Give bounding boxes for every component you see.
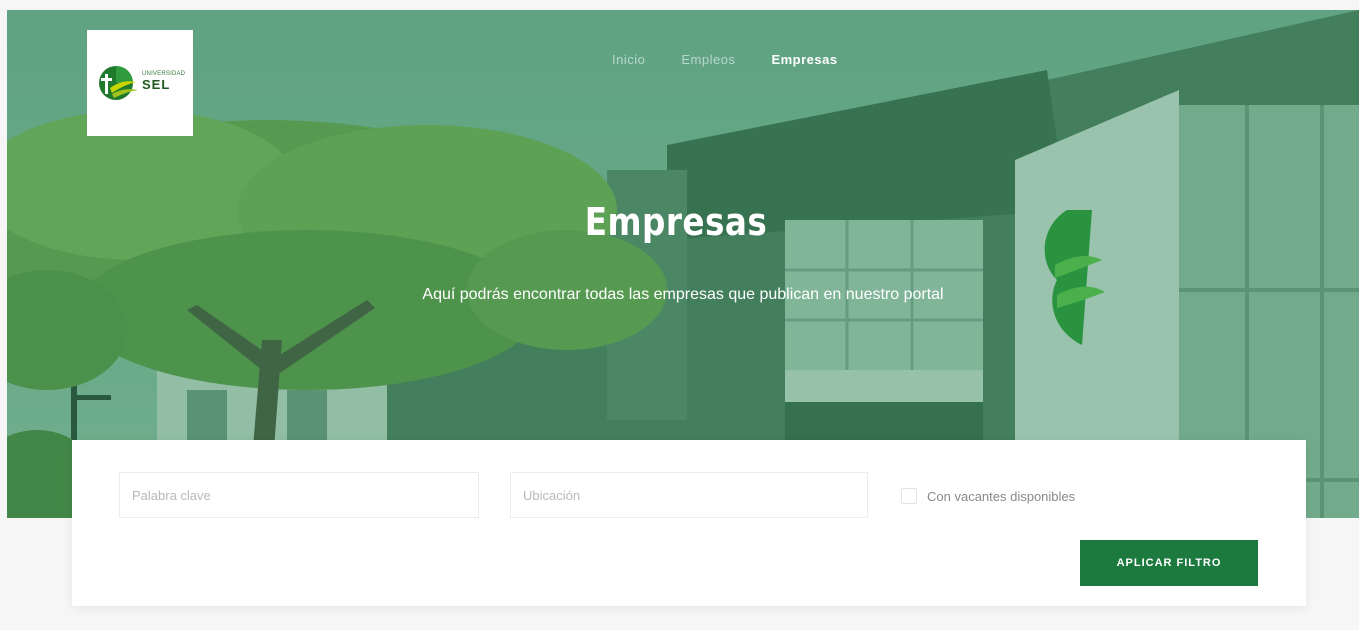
vacancies-filter[interactable]: Con vacantes disponibles [901, 488, 1075, 504]
location-input[interactable] [510, 472, 868, 518]
page-subtitle: Aquí podrás encontrar todas las empresas… [422, 286, 944, 303]
site-logo[interactable]: UNIVERSIDAD SEL [87, 30, 193, 136]
nav-item-empleos[interactable]: Empleos [681, 52, 735, 67]
nav-item-inicio[interactable]: Inicio [612, 52, 645, 67]
logo-mark-icon [99, 66, 138, 100]
filter-panel: Con vacantes disponibles APLICAR FILTRO [72, 440, 1306, 606]
apply-filter-button[interactable]: APLICAR FILTRO [1080, 540, 1258, 586]
nav-item-empresas[interactable]: Empresas [771, 52, 837, 67]
page: UNIVERSIDAD SEL Inicio Empleos Empresas … [0, 0, 1359, 630]
vacancies-checkbox-label: Con vacantes disponibles [927, 488, 1076, 504]
logo-inner: UNIVERSIDAD SEL [96, 63, 185, 103]
vacancies-checkbox[interactable] [901, 488, 917, 504]
logo-brand-text: SEL [142, 77, 171, 92]
keyword-input[interactable] [119, 472, 479, 518]
main-nav: Inicio Empleos Empresas [612, 52, 838, 67]
page-title: Empresas [584, 200, 768, 244]
